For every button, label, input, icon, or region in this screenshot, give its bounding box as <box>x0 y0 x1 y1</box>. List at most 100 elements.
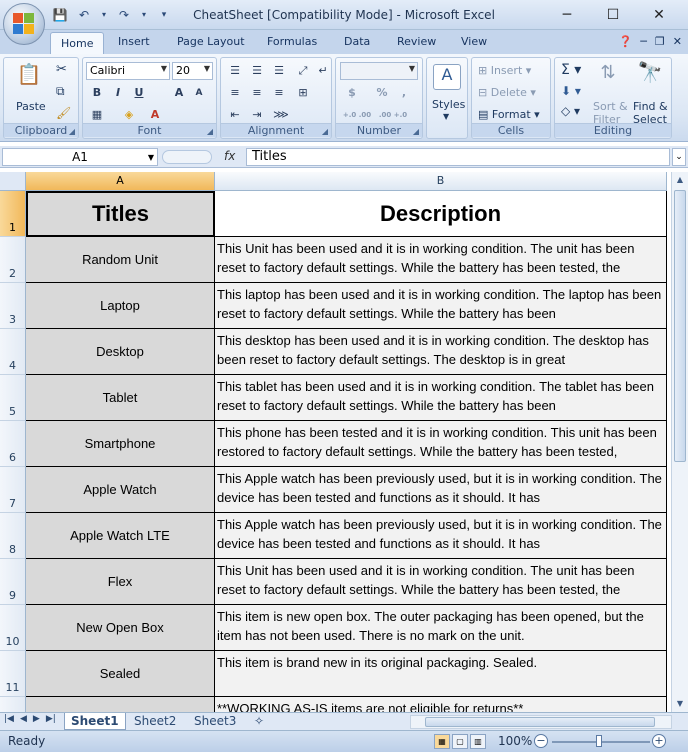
merge-center-icon[interactable]: ⊞ <box>293 84 313 102</box>
cell-description[interactable]: This Apple watch has been previously use… <box>215 513 667 559</box>
formula-bar-splitter[interactable] <box>162 150 212 164</box>
font-name-select[interactable]: Calibri ▼ <box>86 62 170 80</box>
cell-title[interactable]: Flex <box>26 559 215 605</box>
decrease-decimal-button[interactable]: .00 +.0 <box>376 106 410 124</box>
last-sheet-icon[interactable]: ▶| <box>46 714 56 724</box>
row-header[interactable]: 5 <box>0 375 26 421</box>
horizontal-scrollbar[interactable] <box>410 715 672 729</box>
cell-description[interactable]: This item is new open box. The outer pac… <box>215 605 667 651</box>
zoom-in-button[interactable]: + <box>652 734 666 748</box>
align-right-icon[interactable]: ≡ <box>269 84 289 102</box>
align-top-icon[interactable]: ☰ <box>225 62 245 80</box>
increase-indent-icon[interactable]: ⇥ <box>247 106 267 124</box>
find-select-label[interactable]: Find & <box>633 100 668 113</box>
row-header[interactable]: 7 <box>0 467 26 513</box>
page-break-view-icon[interactable]: ▥ <box>470 734 486 749</box>
column-header-a[interactable]: A <box>26 172 215 191</box>
copy-icon[interactable]: ⧉ <box>56 84 65 99</box>
wrap-text-icon[interactable]: ↵ <box>313 62 333 80</box>
styles-icon[interactable]: A <box>433 64 461 90</box>
expand-formula-bar-icon[interactable]: ⌄ <box>672 148 686 166</box>
shrink-font-button[interactable]: A <box>189 84 209 102</box>
clear-icon[interactable]: ◇ ▾ <box>561 104 580 118</box>
row-header[interactable]: 6 <box>0 421 26 467</box>
cell-description[interactable]: This phone has been tested and it is in … <box>215 421 667 467</box>
office-button[interactable] <box>3 3 45 45</box>
cell-description[interactable]: This item is brand new in its original p… <box>215 651 667 697</box>
fill-icon[interactable]: ⬇ ▾ <box>561 84 581 98</box>
cell-title[interactable] <box>26 697 215 712</box>
percent-button[interactable]: % <box>372 84 392 102</box>
vertical-scrollbar[interactable]: ▲ ▼ <box>671 172 688 712</box>
decrease-indent-icon[interactable]: ⇤ <box>225 106 245 124</box>
cell-title[interactable]: Apple Watch <box>26 467 215 513</box>
sheet-tab-sheet2[interactable]: Sheet2 <box>128 713 182 730</box>
autosum-icon[interactable]: Σ ▾ <box>561 62 581 78</box>
align-center-icon[interactable]: ≡ <box>247 84 267 102</box>
tab-page-layout[interactable]: Page Layout <box>177 35 245 48</box>
cell-title[interactable]: Smartphone <box>26 421 215 467</box>
name-box[interactable]: A1 ▼ <box>2 148 158 166</box>
paste-button[interactable]: Paste <box>16 100 46 113</box>
cell-description[interactable]: This Unit has been used and it is in wor… <box>215 559 667 605</box>
orientation-dropdown-icon[interactable]: ⋙ <box>271 106 291 124</box>
align-middle-icon[interactable]: ☰ <box>247 62 267 80</box>
font-color-button[interactable]: A <box>145 106 165 124</box>
binoculars-icon[interactable]: 🔭 <box>635 60 665 84</box>
cell-title[interactable]: Sealed <box>26 651 215 697</box>
cell-title[interactable]: Tablet <box>26 375 215 421</box>
number-format-select[interactable]: ▼ <box>340 62 418 80</box>
page-layout-view-icon[interactable]: ▢ <box>452 734 468 749</box>
tab-data[interactable]: Data <box>344 35 370 48</box>
paste-icon[interactable]: 📋 <box>12 62 46 86</box>
row-header[interactable]: 4 <box>0 329 26 375</box>
tab-review[interactable]: Review <box>397 35 436 48</box>
cell-title[interactable]: Random Unit <box>26 237 215 283</box>
close-button[interactable]: ✕ <box>636 4 682 26</box>
align-bottom-icon[interactable]: ☰ <box>269 62 289 80</box>
row-header[interactable]: 8 <box>0 513 26 559</box>
italic-button[interactable]: I <box>108 84 128 102</box>
row-header[interactable]: 11 <box>0 651 26 697</box>
ribbon-close-icon[interactable]: ✕ <box>673 35 682 48</box>
cell-title[interactable]: Laptop <box>26 283 215 329</box>
insert-sheet-icon[interactable]: ✧ <box>248 713 270 730</box>
sort-filter-label[interactable]: Sort & <box>593 100 628 113</box>
sheet-tab-sheet3[interactable]: Sheet3 <box>188 713 242 730</box>
tab-view[interactable]: View <box>461 35 487 48</box>
row-header[interactable]: 2 <box>0 237 26 283</box>
scroll-up-icon[interactable]: ▲ <box>672 172 688 188</box>
underline-button[interactable]: U <box>129 84 149 102</box>
styles-button[interactable]: Styles <box>432 98 465 111</box>
delete-cells-button[interactable]: ⊟ Delete ▾ <box>478 86 536 99</box>
cell-description[interactable]: This Apple watch has been previously use… <box>215 467 667 513</box>
currency-button[interactable]: $ <box>342 84 362 102</box>
fill-color-icon[interactable]: ◈ <box>119 106 139 124</box>
insert-function-button[interactable]: fx <box>224 149 235 163</box>
bold-button[interactable]: B <box>87 84 107 102</box>
minimize-button[interactable]: ─ <box>544 4 590 26</box>
cell-description[interactable]: This laptop has been used and it is in w… <box>215 283 667 329</box>
increase-decimal-button[interactable]: +.0 .00 <box>340 106 374 124</box>
font-size-select[interactable]: 20 ▼ <box>172 62 213 80</box>
tab-home[interactable]: Home <box>50 32 105 54</box>
zoom-out-button[interactable]: − <box>534 734 548 748</box>
cell-b1-description[interactable]: Description <box>215 191 667 237</box>
align-left-icon[interactable]: ≡ <box>225 84 245 102</box>
cut-icon[interactable]: ✂ <box>56 62 67 77</box>
zoom-slider-thumb[interactable] <box>596 735 602 747</box>
zoom-level[interactable]: 100% <box>498 734 532 748</box>
comma-button[interactable]: , <box>394 84 414 102</box>
horizontal-scroll-thumb[interactable] <box>425 717 655 727</box>
sort-filter-icon[interactable]: ⇅ <box>593 62 623 83</box>
cell-a1-titles[interactable]: Titles <box>26 191 215 237</box>
ribbon-restore-icon[interactable]: ❐ <box>655 35 665 48</box>
ribbon-minimize-icon[interactable]: ─ <box>640 35 647 48</box>
row-header[interactable]: 12 <box>0 697 26 712</box>
cell-title[interactable]: Desktop <box>26 329 215 375</box>
column-header-b[interactable]: B <box>215 172 667 191</box>
format-cells-button[interactable]: ▤ Format ▾ <box>478 108 540 121</box>
tab-formulas[interactable]: Formulas <box>267 35 317 48</box>
format-painter-icon[interactable]: 🖌 <box>56 106 71 120</box>
help-icon[interactable]: ❓ <box>619 35 633 48</box>
